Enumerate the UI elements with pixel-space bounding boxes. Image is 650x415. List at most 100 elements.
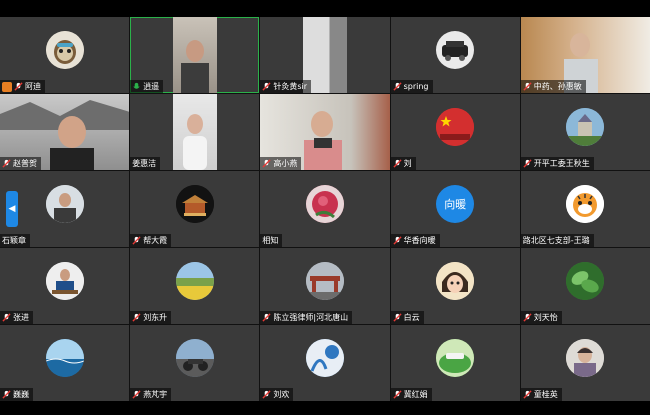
text-avatar: 向暖 [436, 185, 475, 224]
participant-name: 张进 [13, 313, 29, 322]
participant-tile[interactable]: 陈立强律师|河北唐山 [260, 248, 390, 324]
participant-name: 针灸黄sir [273, 82, 308, 91]
participants-icon [2, 81, 12, 92]
participant-name-label: 童桂英 [520, 388, 562, 401]
previous-page-button[interactable]: ◀ [6, 191, 18, 227]
participant-name: 逍遥 [143, 82, 160, 91]
participant-name: 阿迪 [25, 82, 41, 91]
woman-avatar [566, 339, 605, 378]
participant-tile[interactable]: 针灸黄sir [260, 17, 390, 93]
participant-name-label: 冀红娟 [390, 388, 432, 401]
mic-muted-icon [393, 390, 402, 399]
participant-tile[interactable]: 中药、孙惠敏 [520, 17, 650, 93]
mic-muted-icon [393, 82, 402, 91]
top-bar [0, 0, 650, 17]
participant-tile[interactable]: 张进 [0, 248, 130, 324]
participant-name: 刘东升 [143, 313, 168, 322]
participant-tile[interactable]: 刘 [390, 94, 520, 170]
participant-name-label: 姜惠洁 [130, 157, 161, 170]
participant-name: 白云 [403, 313, 420, 322]
mic-muted-icon [523, 82, 532, 91]
participant-tile[interactable]: 相知 [260, 171, 390, 247]
mic-muted-icon [262, 390, 271, 399]
mic-muted-icon [393, 313, 402, 322]
participant-tile[interactable]: 童桂英 [520, 325, 650, 401]
mic-muted-icon [262, 159, 271, 168]
participant-name-label: 开平工委王秋生 [520, 157, 594, 170]
participant-tile[interactable]: 高小燕 [260, 94, 390, 170]
temple-avatar [175, 185, 214, 224]
participant-name-label: 燕芃宇 [130, 388, 172, 401]
participant-grid: 阿迪 逍遥 针灸黄sir spring 中药、孙惠敏 赵普贺 姜惠洁 高小燕 刘… [0, 17, 650, 401]
participant-tile[interactable]: 白云 [390, 248, 520, 324]
participant-name: 开平工委王秋生 [533, 159, 590, 168]
mic-muted-icon [132, 313, 141, 322]
mic-muted-icon [523, 313, 532, 322]
mic-muted-icon [132, 236, 141, 245]
participant-name-label: 张进 [0, 311, 33, 324]
bottom-bar [0, 401, 650, 415]
participant-tile[interactable]: 路北区七支部-王璐 [520, 171, 650, 247]
participant-name-label: 华香向暖 [390, 234, 440, 247]
participant-name: 华香向暖 [403, 236, 436, 245]
mic-muted-icon [262, 82, 271, 91]
participant-name-label: 阿迪 [0, 80, 45, 93]
participant-name-label: spring [390, 80, 433, 93]
participant-name: 相知 [262, 236, 279, 245]
participant-name: 刘欢 [273, 390, 290, 399]
participant-tile[interactable]: 冀红娟 [390, 325, 520, 401]
tiger-avatar [566, 185, 605, 224]
participant-tile[interactable]: 阿迪 [0, 17, 130, 93]
participant-tile[interactable]: 石颖章 [0, 171, 130, 247]
flower-avatar [305, 185, 344, 224]
participant-name: 刘天怡 [533, 313, 558, 322]
participant-name-label: 刘天怡 [520, 311, 562, 324]
participant-name-label: 赵普贺 [0, 157, 41, 170]
participant-tile[interactable]: 刘东升 [130, 248, 260, 324]
participant-name: 帮大霞 [143, 236, 168, 245]
participant-name: 石颖章 [2, 236, 26, 245]
field-avatar [175, 262, 214, 301]
mic-muted-icon [523, 390, 532, 399]
participant-tile[interactable]: 燕芃宇 [130, 325, 260, 401]
motorbike-avatar [175, 339, 214, 378]
desk-avatar [45, 262, 84, 301]
participant-tile[interactable]: 刘欢 [260, 325, 390, 401]
participant-name-label: 刘 [390, 157, 416, 170]
participant-tile[interactable]: spring [390, 17, 520, 93]
participant-tile[interactable]: 巍巍 [0, 325, 130, 401]
participant-tile[interactable]: 姜惠洁 [130, 94, 260, 170]
participant-tile[interactable]: 帮大霞 [130, 171, 260, 247]
gate-avatar [305, 262, 344, 301]
sea-avatar [45, 339, 84, 378]
participant-tile[interactable]: 刘天怡 [520, 248, 650, 324]
participant-name-label: 高小燕 [260, 157, 302, 170]
participant-name: 刘 [403, 159, 412, 168]
sloth-avatar [45, 31, 84, 70]
participant-name-label: 相知 [260, 234, 283, 247]
mic-muted-icon [2, 159, 11, 168]
participant-name: 陈立强律师|河北唐山 [273, 313, 349, 322]
leaf-avatar [566, 262, 605, 301]
participant-name: spring [403, 82, 429, 91]
participant-name-label: 针灸黄sir [260, 80, 312, 93]
flag-avatar [436, 108, 475, 147]
participant-name-label: 路北区七支部-王璐 [520, 234, 594, 247]
video-feed [172, 17, 217, 93]
art-avatar [305, 339, 344, 378]
participant-name-label: 刘东升 [130, 311, 172, 324]
participant-name-label: 逍遥 [130, 80, 164, 93]
avatar-text: 向暖 [444, 198, 467, 212]
participant-tile[interactable]: 逍遥 [130, 17, 260, 93]
castle-avatar [566, 108, 605, 147]
mic-muted-icon [2, 390, 11, 399]
mic-muted-icon [2, 313, 11, 322]
participant-name: 燕芃宇 [143, 390, 168, 399]
participant-name: 路北区七支部-王璐 [522, 236, 590, 245]
participant-name-label: 中药、孙惠敏 [520, 80, 586, 93]
participant-tile[interactable]: 赵普贺 [0, 94, 130, 170]
participant-tile[interactable]: 开平工委王秋生 [520, 94, 650, 170]
participant-name: 中药、孙惠敏 [533, 82, 582, 91]
cartoon-avatar [436, 262, 475, 301]
participant-tile[interactable]: 向暖 华香向暖 [390, 171, 520, 247]
